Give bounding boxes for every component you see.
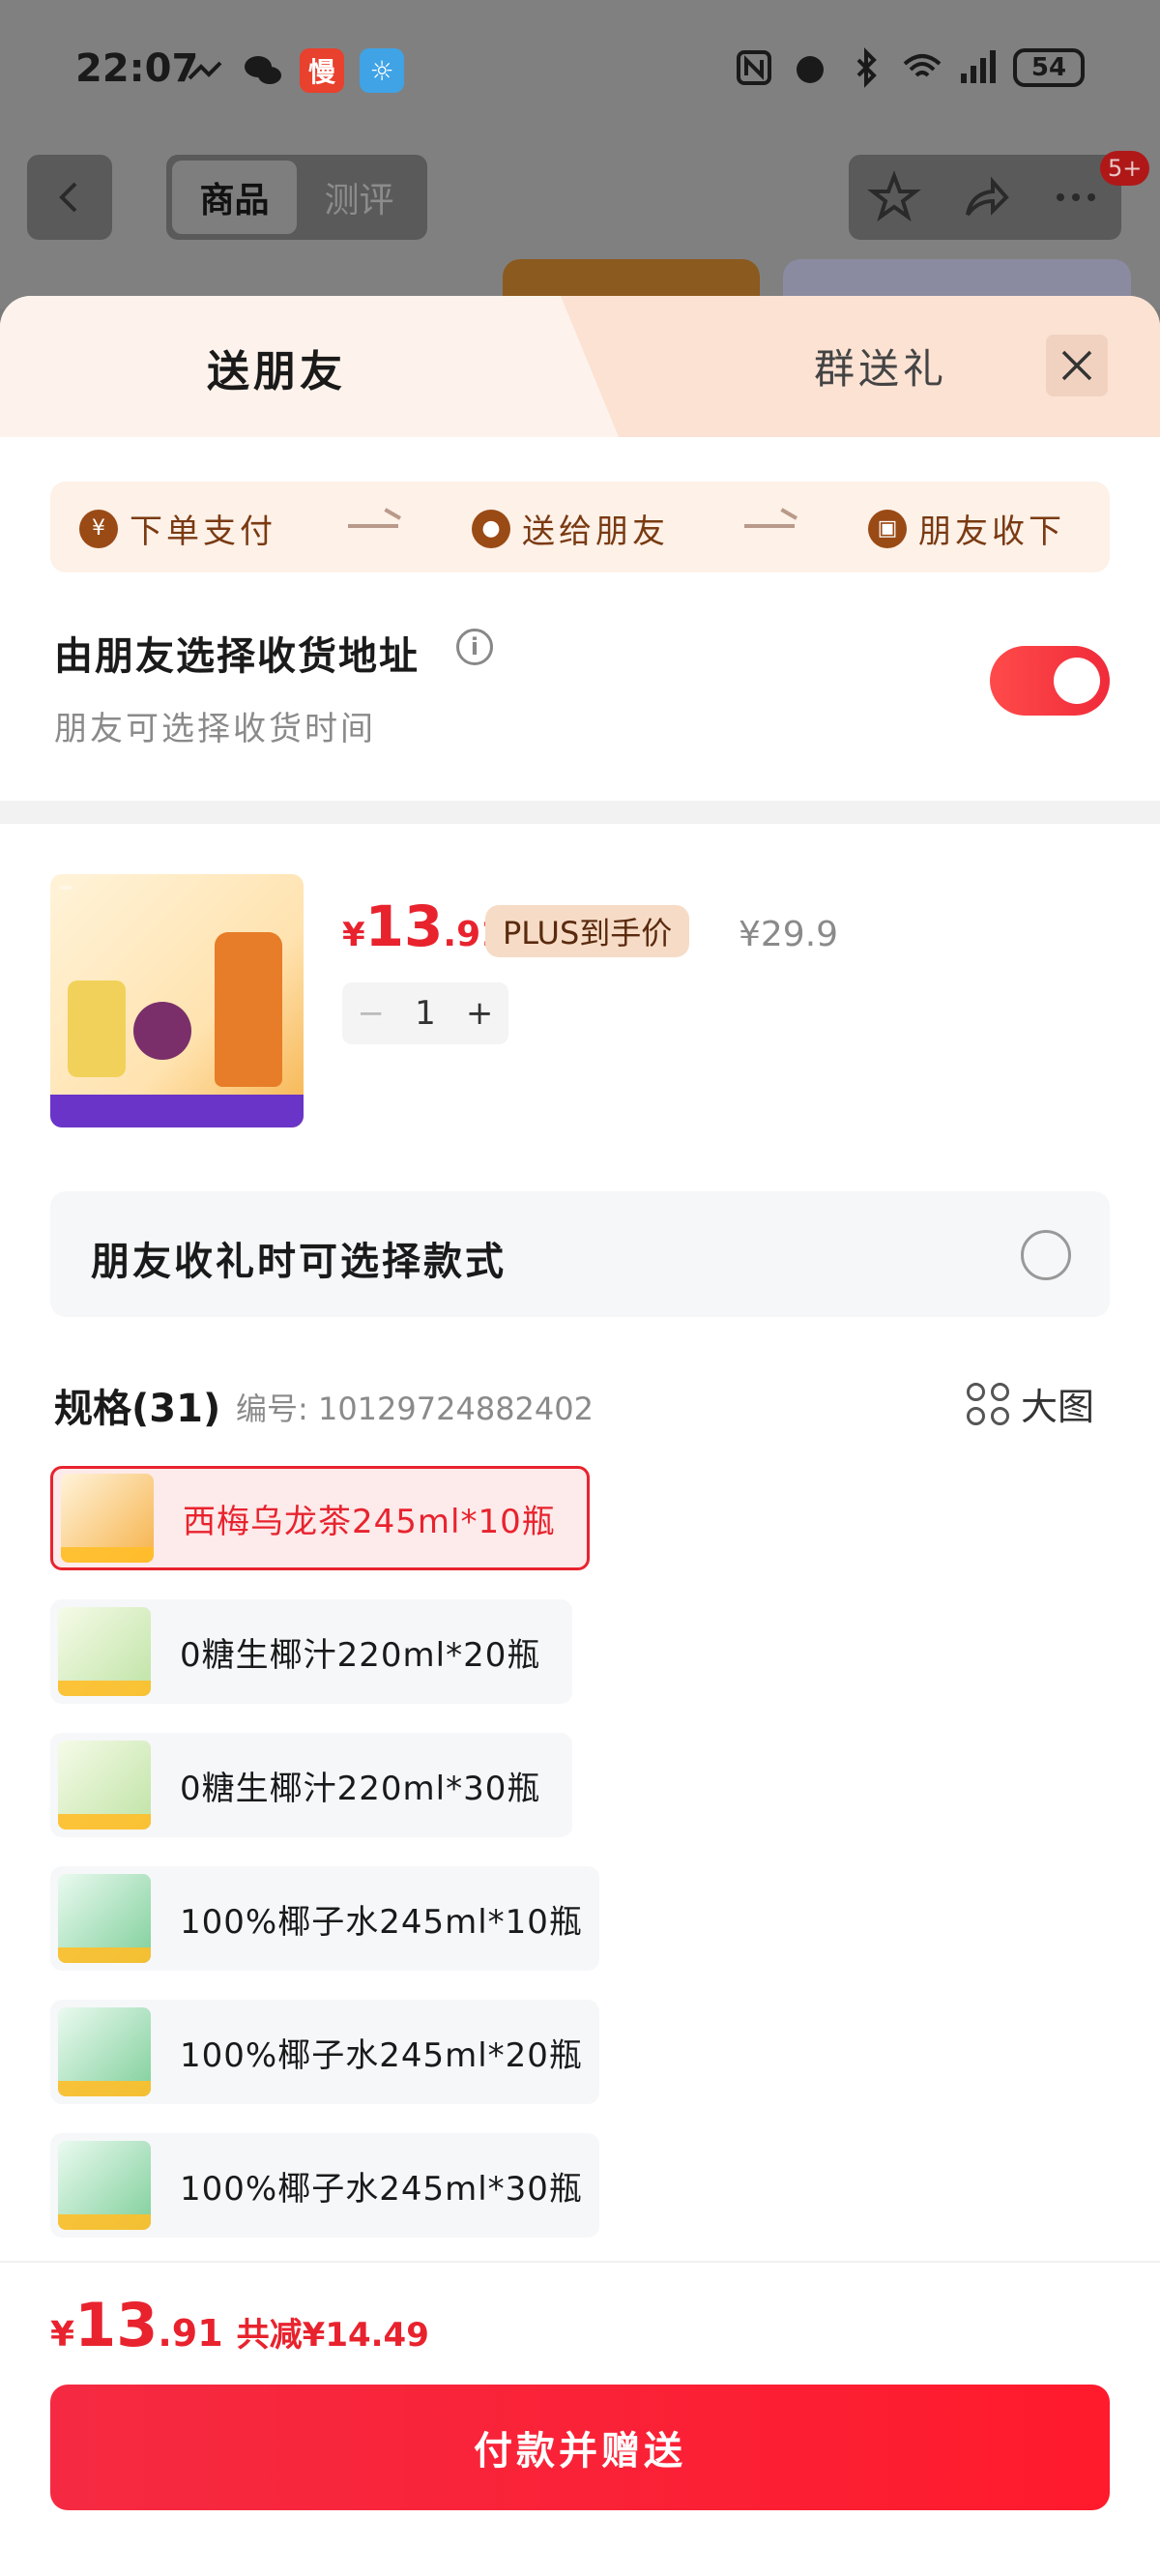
step-receive: ▣ 朋友收下 — [868, 505, 1065, 552]
address-option-title: 由朋友选择收货地址 — [54, 634, 420, 679]
spec-thumbnail — [61, 1474, 154, 1563]
spec-option[interactable]: 100%椰子水245ml*10瓶 — [50, 1866, 599, 1971]
style-choice-option[interactable]: 朋友收礼时可选择款式 — [50, 1191, 1110, 1317]
wechat-icon — [245, 56, 281, 84]
total-saving: 共减¥14.49 — [236, 2316, 429, 2355]
yen-icon: ¥ — [79, 509, 118, 548]
style-choice-radio[interactable] — [1021, 1230, 1071, 1280]
spec-thumbnail — [58, 1607, 151, 1696]
share-icon[interactable] — [958, 170, 1012, 224]
original-price: ¥29.9 — [739, 915, 839, 954]
product-price: ¥13.91 — [342, 893, 505, 959]
spec-option-label: 100%椰子水245ml*20瓶 — [180, 2035, 583, 2075]
spec-option[interactable]: 0糖生椰汁220ml*30瓶 — [50, 1733, 572, 1837]
price-symbol: ¥ — [342, 916, 365, 954]
notification-badge: 5+ — [1100, 151, 1150, 186]
wifi-icon — [903, 54, 942, 77]
style-choice-label: 朋友收礼时可选择款式 — [91, 1240, 507, 1284]
back-button[interactable] — [27, 155, 112, 240]
spec-option[interactable]: 100%椰子水245ml*20瓶 — [50, 2000, 599, 2104]
tab-group-gift-label[interactable]: 群送礼 — [814, 337, 947, 395]
friend-address-toggle[interactable] — [990, 646, 1110, 716]
spec-option-label: 100%椰子水245ml*30瓶 — [180, 2169, 583, 2209]
quantity-value: 1 — [415, 994, 436, 1033]
arrow-icon — [744, 524, 795, 528]
arrow-icon — [348, 524, 398, 528]
gift-icon: ▣ — [868, 509, 907, 548]
product-image-art — [60, 886, 72, 890]
status-notifications: 慢 ☼ — [184, 48, 404, 93]
close-button[interactable] — [1046, 335, 1108, 396]
toggle-knob — [1054, 658, 1100, 704]
tab-product[interactable]: 商品 — [172, 161, 297, 234]
signal-icon — [961, 50, 996, 83]
step-pay: ¥ 下单支付 — [79, 505, 276, 552]
pay-and-gift-button[interactable]: 付款并赠送 — [50, 2385, 1110, 2510]
spec-thumbnail — [58, 2141, 151, 2230]
total-price: ¥13.91 共减¥14.49 — [50, 2290, 429, 2360]
app-icon-manman: 慢 — [300, 48, 344, 93]
gift-sheet: 送朋友 群送礼 ¥ 下单支付 ● 送给朋友 ▣ 朋友收下 由朋友选择收货地址 i… — [0, 296, 1160, 2576]
spec-code: 编号: 10129724882402 — [236, 1390, 594, 1427]
product-image-art — [68, 981, 126, 1077]
plus-price-badge: PLUS到手价 — [485, 905, 690, 957]
product-tab-switch: 商品 测评 — [166, 155, 427, 240]
price-integer: 13 — [364, 893, 444, 959]
decrease-button[interactable]: − — [358, 994, 386, 1033]
tab-review[interactable]: 测评 — [297, 161, 421, 234]
product-image-art — [133, 1002, 191, 1060]
tab-send-friend-label[interactable]: 送朋友 — [207, 337, 346, 398]
step-send: ● 送给朋友 — [472, 505, 669, 552]
total-price-integer: 13 — [74, 2290, 159, 2360]
gift-steps: ¥ 下单支付 ● 送给朋友 ▣ 朋友收下 — [50, 482, 1110, 572]
spec-option[interactable]: 西梅乌龙茶245ml*10瓶 — [50, 1466, 590, 1570]
background-app: 22:07 慢 ☼ 54 商品 测评 5+ — [0, 0, 1160, 317]
product-image-art — [215, 932, 282, 1087]
step-label: 下单支付 — [130, 512, 276, 551]
top-actions — [849, 155, 1121, 240]
spec-thumbnail — [58, 1741, 151, 1830]
big-image-button[interactable]: 大图 — [967, 1377, 1094, 1430]
step-label: 朋友收下 — [918, 512, 1065, 551]
more-icon[interactable] — [1049, 170, 1103, 224]
info-icon[interactable]: i — [456, 629, 493, 665]
alarm-icon — [797, 56, 824, 83]
spec-option-label: 0糖生椰汁220ml*30瓶 — [180, 1769, 541, 1808]
bluetooth-icon — [856, 47, 877, 88]
quantity-stepper: − 1 + — [342, 982, 508, 1044]
total-price-decimal: .91 — [158, 2312, 223, 2355]
sheet-tabs: 送朋友 群送礼 — [0, 296, 1160, 437]
product-image[interactable] — [50, 874, 304, 1127]
spec-title: 规格(31) — [54, 1387, 221, 1431]
missed-call-icon — [188, 61, 222, 80]
status-system-icons: 54 — [733, 46, 1085, 89]
chevron-left-icon — [59, 182, 77, 213]
address-option-subtitle: 朋友可选择收货时间 — [54, 710, 376, 748]
step-label: 送给朋友 — [522, 512, 669, 551]
product-image-art — [50, 1095, 304, 1127]
increase-button[interactable]: + — [466, 994, 494, 1033]
status-bar: 22:07 慢 ☼ 54 — [0, 0, 1160, 145]
spec-option[interactable]: 100%椰子水245ml*30瓶 — [50, 2133, 599, 2238]
section-divider — [0, 801, 1160, 824]
star-icon[interactable] — [867, 170, 921, 224]
spec-thumbnail — [58, 1874, 151, 1963]
nfc-icon — [737, 50, 771, 85]
spec-option-label: 100%椰子水245ml*10瓶 — [180, 1902, 583, 1942]
spec-thumbnail — [58, 2007, 151, 2096]
spec-option-label: 0糖生椰汁220ml*20瓶 — [180, 1635, 541, 1675]
close-icon — [1061, 350, 1092, 381]
checkout-footer: ¥13.91 共减¥14.49 付款并赠送 — [0, 2261, 1160, 2576]
big-image-label: 大图 — [1021, 1386, 1095, 1428]
weather-icon: ☼ — [360, 48, 404, 93]
total-price-symbol: ¥ — [50, 2315, 75, 2355]
battery-indicator: 54 — [1013, 48, 1085, 87]
chat-icon: ● — [472, 509, 510, 548]
spec-option-label: 西梅乌龙茶245ml*10瓶 — [183, 1502, 556, 1541]
status-time: 22:07 — [75, 46, 199, 91]
grid-icon — [967, 1382, 1009, 1425]
spec-option[interactable]: 0糖生椰汁220ml*20瓶 — [50, 1599, 572, 1704]
